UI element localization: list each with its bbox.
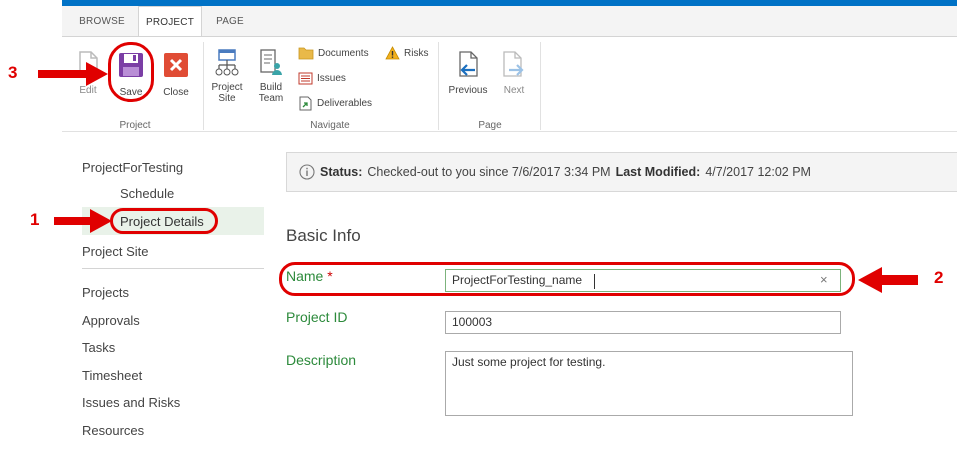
annotation-arrow-icon xyxy=(54,209,112,233)
previous-label: Previous xyxy=(448,85,488,96)
nav-item-resources[interactable]: Resources xyxy=(82,423,144,438)
description-label: Description xyxy=(286,352,357,368)
build-team-icon xyxy=(260,49,282,75)
nav-item-tasks[interactable]: Tasks xyxy=(82,340,115,355)
tab-browse[interactable]: BROWSE xyxy=(72,6,132,36)
build-team-button[interactable]: Build Team xyxy=(254,48,288,104)
last-modified-label: Last Modified: xyxy=(615,165,701,179)
page-group-label: Page xyxy=(478,120,502,131)
status-text: Checked-out to you since 7/6/2017 3:34 P… xyxy=(367,165,611,179)
annotation-circle-project-details xyxy=(110,208,218,234)
next-label: Next xyxy=(503,85,525,96)
annotation-number-1: 1 xyxy=(30,210,40,229)
annotation-arrow-icon xyxy=(858,267,918,293)
navigate-group-label: Navigate xyxy=(310,120,350,131)
documents-button[interactable]: Documents xyxy=(298,46,369,60)
sitemap-icon xyxy=(215,49,239,76)
nav-item-project[interactable]: ProjectForTesting xyxy=(82,160,183,175)
tab-page[interactable]: PAGE xyxy=(208,6,252,36)
status-label: Status: xyxy=(320,165,363,179)
info-icon xyxy=(299,164,315,180)
deliverables-icon xyxy=(299,96,312,111)
next-page-icon xyxy=(503,51,524,77)
close-label: Close xyxy=(163,87,189,98)
ribbon-separator xyxy=(438,42,439,130)
annotation-circle-save xyxy=(108,42,154,102)
nav-item-issues-risks[interactable]: Issues and Risks xyxy=(82,395,180,410)
previous-button[interactable]: Previous xyxy=(446,50,490,96)
issues-icon xyxy=(298,72,313,85)
project-site-button[interactable]: Project Site xyxy=(207,48,247,104)
close-icon xyxy=(164,53,188,77)
project-group-label: Project xyxy=(119,120,151,131)
next-button[interactable]: Next xyxy=(498,50,530,96)
annotation-number-3: 3 xyxy=(8,63,18,82)
description-textarea[interactable]: Just some project for testing. xyxy=(445,351,853,416)
deliverables-button[interactable]: Deliverables xyxy=(298,96,372,111)
nav-item-projects[interactable]: Projects xyxy=(82,285,129,300)
risks-button[interactable]: Risks xyxy=(385,46,428,60)
issues-button[interactable]: Issues xyxy=(298,72,346,85)
nav-item-timesheet[interactable]: Timesheet xyxy=(82,368,142,383)
warning-icon xyxy=(385,46,400,60)
build-team-label: Build Team xyxy=(258,82,284,104)
nav-divider xyxy=(82,268,264,269)
last-modified-value: 4/7/2017 12:02 PM xyxy=(705,165,811,179)
section-title: Basic Info xyxy=(286,226,361,245)
deliverables-label: Deliverables xyxy=(317,98,373,109)
project-id-input[interactable]: 100003 xyxy=(445,311,841,334)
tab-project[interactable]: PROJECT xyxy=(138,6,202,37)
nav-item-approvals[interactable]: Approvals xyxy=(82,313,140,328)
folder-icon xyxy=(298,47,314,60)
previous-page-icon xyxy=(459,51,478,77)
documents-label: Documents xyxy=(318,47,369,59)
annotation-arrow-icon xyxy=(38,62,108,86)
nav-item-schedule[interactable]: Schedule xyxy=(120,186,174,201)
project-id-label: Project ID xyxy=(286,309,348,325)
edit-label: Edit xyxy=(79,85,97,96)
annotation-number-2: 2 xyxy=(934,268,944,287)
nav-item-project-site[interactable]: Project Site xyxy=(82,244,148,259)
status-bar: Status: Checked-out to you since 7/6/201… xyxy=(286,152,957,192)
ribbon-separator xyxy=(203,42,204,130)
risks-label: Risks xyxy=(404,47,429,59)
annotation-circle-name xyxy=(279,262,855,296)
issues-label: Issues xyxy=(317,73,346,84)
ribbon-separator xyxy=(540,42,541,130)
project-site-label: Project Site xyxy=(211,82,243,104)
close-button[interactable]: Close xyxy=(160,52,192,98)
